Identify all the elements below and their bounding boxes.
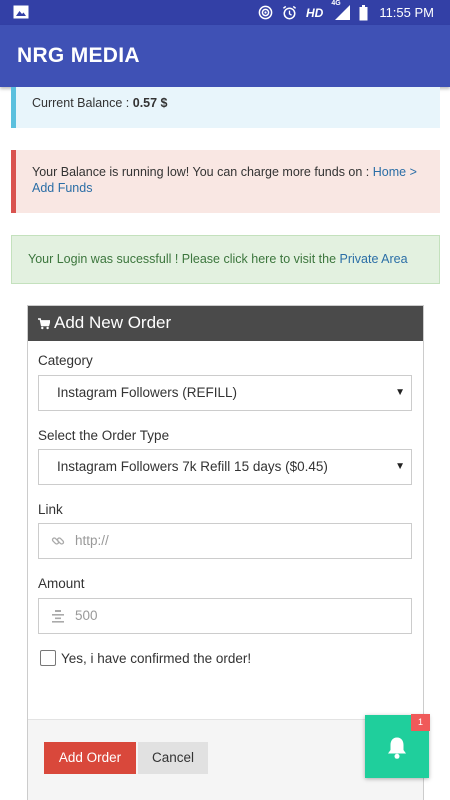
quantity-icon [52,610,64,623]
cancel-button[interactable]: Cancel [138,742,208,774]
category-value: Instagram Followers (REFILL) [57,385,238,400]
amount-input[interactable]: 500 [38,598,412,634]
app-bar: NRG MEDIA [0,25,450,87]
cart-icon [38,318,50,330]
status-bar: HD 4G 11:55 PM [0,0,450,25]
link-label: Link [38,502,63,517]
balance-value: 0.57 $ [132,96,168,110]
private-area-link[interactable]: Private Area [340,252,408,266]
panel-header: Add New Order [28,306,423,341]
notification-badge: 1 [411,714,430,731]
signal-icon: 4G [331,0,351,20]
add-order-button[interactable]: Add Order [44,742,136,774]
clock: 11:55 PM [379,5,434,20]
panel-footer: Add Order Cancel [28,719,423,800]
login-success-text: Your Login was sucessfull ! Please click… [28,252,408,266]
dropdown-arrow-icon: ▼ [395,461,405,472]
link-placeholder: http:// [75,533,109,548]
network-type-label: HD [305,5,324,20]
category-label: Category [38,353,93,368]
link-icon [51,537,65,545]
link-input[interactable]: http:// [38,523,412,559]
image-icon [13,5,29,19]
order-type-select[interactable]: Instagram Followers 7k Refill 15 days ($… [38,449,412,485]
battery-icon [359,4,368,20]
balance-label: Current Balance : [32,96,133,110]
low-balance-text: Your Balance is running low! You can cha… [32,164,432,196]
alarm-icon [282,5,297,20]
hotspot-icon [258,5,273,20]
low-balance-alert: Your Balance is running low! You can cha… [11,150,440,213]
order-type-label: Select the Order Type [38,428,170,443]
app-title: NRG MEDIA [17,44,140,67]
order-type-value: Instagram Followers 7k Refill 15 days ($… [57,459,328,474]
confirm-label[interactable]: Yes, i have confirmed the order! [61,651,251,666]
category-select[interactable]: Instagram Followers (REFILL) ▼ [38,375,412,411]
dropdown-arrow-icon: ▼ [395,387,405,398]
amount-placeholder: 500 [75,608,98,623]
bell-icon [388,737,406,759]
balance-alert: Current Balance : 0.57 $ [11,87,440,128]
amount-label: Amount [38,576,85,591]
login-success-message: Your Login was sucessfull ! Please click… [28,252,340,266]
login-success-alert: Your Login was sucessfull ! Please click… [11,235,440,284]
confirm-checkbox[interactable] [40,650,56,666]
low-balance-message: Your Balance is running low! You can cha… [32,165,373,179]
balance-text: Current Balance : 0.57 $ [32,96,168,110]
panel-title: Add New Order [54,313,172,332]
